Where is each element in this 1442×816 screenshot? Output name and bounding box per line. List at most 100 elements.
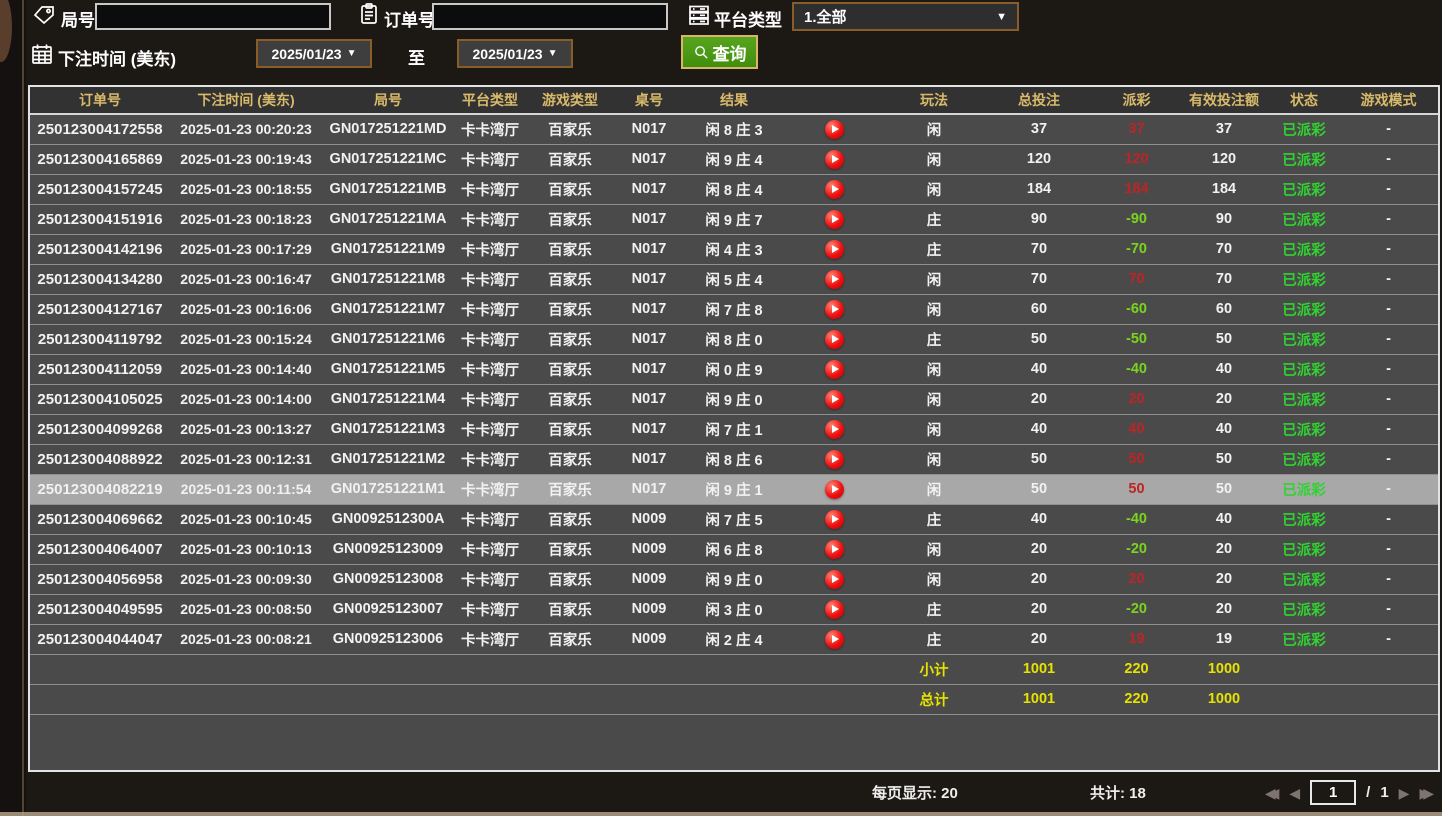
table-row[interactable]: 2501230041271672025-01-23 00:16:06GN0172… <box>30 294 1438 324</box>
play-video-icon[interactable] <box>825 150 844 169</box>
status-cell: 已派彩 <box>1269 294 1339 324</box>
table-row[interactable]: 2501230041519162025-01-23 00:18:23GN0172… <box>30 204 1438 234</box>
round-number-input[interactable] <box>95 3 331 30</box>
chevron-down-icon: ▼ <box>996 11 1007 23</box>
play-video-icon[interactable] <box>825 240 844 259</box>
platform-cell: 卡卡湾厅 <box>454 294 526 324</box>
game-mode-cell: - <box>1339 504 1438 534</box>
video-cell <box>784 414 884 444</box>
order-number-cell: 250123004127167 <box>30 294 170 324</box>
empty-cell <box>526 684 614 714</box>
play-video-icon[interactable] <box>825 600 844 619</box>
platform-type-select[interactable]: 1.全部 ▼ <box>792 2 1019 31</box>
status-cell: 已派彩 <box>1269 384 1339 414</box>
total-pages-value: 1 <box>1380 784 1388 801</box>
play-video-icon[interactable] <box>825 180 844 199</box>
result-cell: 闲 8 庄 4 <box>684 174 784 204</box>
valid-bet-cell: 20 <box>1179 534 1269 564</box>
platform-cell: 卡卡湾厅 <box>454 234 526 264</box>
table-row[interactable]: 2501230040440472025-01-23 00:08:21GN0092… <box>30 624 1438 654</box>
grand-total-row-payout: 220 <box>1094 684 1179 714</box>
status-cell: 已派彩 <box>1269 114 1339 144</box>
platform-type-label: 平台类型 <box>714 6 782 31</box>
table-row[interactable]: 2501230041725582025-01-23 00:20:23GN0172… <box>30 114 1438 144</box>
play-video-icon[interactable] <box>825 420 844 439</box>
table-row[interactable]: 2501230041658692025-01-23 00:19:43GN0172… <box>30 144 1438 174</box>
play-video-icon[interactable] <box>825 360 844 379</box>
bet-type-cell: 庄 <box>884 324 984 354</box>
empty-cell <box>454 684 526 714</box>
bet-time-cell: 2025-01-23 00:16:06 <box>170 294 322 324</box>
next-page-icon[interactable]: ▶ <box>1399 781 1410 805</box>
table-row[interactable]: 2501230040640072025-01-23 00:10:13GN0092… <box>30 534 1438 564</box>
valid-bet-cell: 20 <box>1179 384 1269 414</box>
search-button[interactable]: 查询 <box>681 35 758 69</box>
play-video-icon[interactable] <box>825 300 844 319</box>
table-number-cell: N009 <box>614 624 684 654</box>
order-number-input[interactable] <box>432 3 668 30</box>
order-number-cell: 250123004044047 <box>30 624 170 654</box>
order-number-cell: 250123004069662 <box>30 504 170 534</box>
page-separator: / <box>1366 784 1370 801</box>
table-row[interactable]: 2501230041120592025-01-23 00:14:40GN0172… <box>30 354 1438 384</box>
status-cell: 已派彩 <box>1269 504 1339 534</box>
table-number-cell: N009 <box>614 594 684 624</box>
play-video-icon[interactable] <box>825 510 844 529</box>
tag-icon <box>32 3 56 27</box>
valid-bet-cell: 40 <box>1179 504 1269 534</box>
game-type-cell: 百家乐 <box>526 114 614 144</box>
total-bet-cell: 40 <box>984 504 1094 534</box>
pagination: ◀◀ ◀ / 1 ▶ ▶▶ <box>1265 780 1434 805</box>
date-to-picker[interactable]: 2025/01/23 ▼ <box>457 39 573 68</box>
game-type-cell: 百家乐 <box>526 234 614 264</box>
empty-cell <box>1269 654 1339 684</box>
first-page-icon[interactable]: ◀◀ <box>1265 781 1280 805</box>
table-row[interactable]: 2501230041050252025-01-23 00:14:00GN0172… <box>30 384 1438 414</box>
play-video-icon[interactable] <box>825 270 844 289</box>
grand-total-row-total-bet: 1001 <box>984 684 1094 714</box>
filter-bar: 局号 订单号 平台类型 1.全部 ▼ 下注时间 (美东) 2025/01/23 … <box>0 0 1442 85</box>
play-video-icon[interactable] <box>825 570 844 589</box>
table-row[interactable]: 2501230041342802025-01-23 00:16:47GN0172… <box>30 264 1438 294</box>
table-row[interactable]: 2501230041197922025-01-23 00:15:24GN0172… <box>30 324 1438 354</box>
table-row[interactable]: 2501230040495952025-01-23 00:08:50GN0092… <box>30 594 1438 624</box>
order-number-cell: 250123004064007 <box>30 534 170 564</box>
prev-page-icon[interactable]: ◀ <box>1289 781 1300 805</box>
table-row[interactable]: 2501230041421962025-01-23 00:17:29GN0172… <box>30 234 1438 264</box>
play-video-icon[interactable] <box>825 540 844 559</box>
play-video-icon[interactable] <box>825 210 844 229</box>
play-video-icon[interactable] <box>825 390 844 409</box>
play-video-icon[interactable] <box>825 630 844 649</box>
bet-time-cell: 2025-01-23 00:14:00 <box>170 384 322 414</box>
empty-cell <box>1269 684 1339 714</box>
payout-cell: -90 <box>1094 204 1179 234</box>
result-cell: 闲 9 庄 1 <box>684 474 784 504</box>
table-number-cell: N009 <box>614 534 684 564</box>
game-type-cell: 百家乐 <box>526 144 614 174</box>
bet-time-cell: 2025-01-23 00:19:43 <box>170 144 322 174</box>
video-cell <box>784 294 884 324</box>
round-number-cell: GN017251221MD <box>322 114 454 144</box>
table-row[interactable]: 2501230041572452025-01-23 00:18:55GN0172… <box>30 174 1438 204</box>
table-row[interactable]: 2501230040696622025-01-23 00:10:45GN0092… <box>30 504 1438 534</box>
play-video-icon[interactable] <box>825 480 844 499</box>
table-row[interactable]: 2501230040992682025-01-23 00:13:27GN0172… <box>30 414 1438 444</box>
orders-table-header: 订单号下注时间 (美东)局号平台类型游戏类型桌号结果玩法总投注派彩有效投注额状态… <box>30 87 1438 114</box>
page-number-input[interactable] <box>1310 780 1356 805</box>
payout-cell: 40 <box>1094 414 1179 444</box>
play-video-icon[interactable] <box>825 120 844 139</box>
table-number-cell: N017 <box>614 414 684 444</box>
last-page-icon[interactable]: ▶▶ <box>1419 781 1434 805</box>
total-bet-cell: 20 <box>984 564 1094 594</box>
round-number-cell: GN017251221M4 <box>322 384 454 414</box>
play-video-icon[interactable] <box>825 450 844 469</box>
table-row[interactable]: 2501230040889222025-01-23 00:12:31GN0172… <box>30 444 1438 474</box>
status-cell: 已派彩 <box>1269 234 1339 264</box>
table-row[interactable]: 2501230040569582025-01-23 00:09:30GN0092… <box>30 564 1438 594</box>
search-icon <box>693 44 710 61</box>
table-row[interactable]: 2501230040822192025-01-23 00:11:54GN0172… <box>30 474 1438 504</box>
round-number-cell: GN00925123006 <box>322 624 454 654</box>
date-from-picker[interactable]: 2025/01/23 ▼ <box>256 39 372 68</box>
chevron-down-icon: ▼ <box>347 48 357 59</box>
play-video-icon[interactable] <box>825 330 844 349</box>
